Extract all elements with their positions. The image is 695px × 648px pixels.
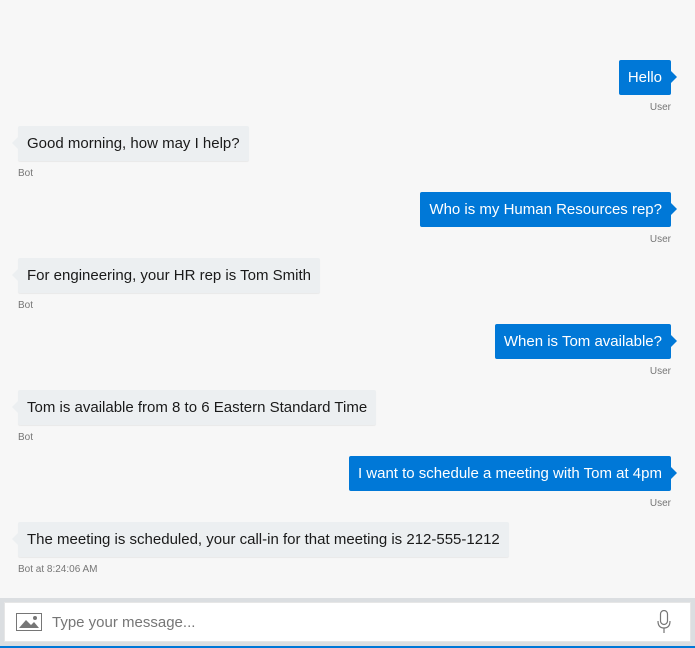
message-sender: User <box>649 234 671 245</box>
microphone-icon[interactable] <box>654 609 674 635</box>
message-sender: User <box>649 366 671 377</box>
message-bubble: The meeting is scheduled, your call-in f… <box>12 522 509 557</box>
message-bot: The meeting is scheduled, your call-in f… <box>12 522 509 576</box>
message-user: When is Tom available? User <box>494 324 678 378</box>
message-bot: Good morning, how may I help? Bot <box>12 126 249 180</box>
message-bot: Tom is available from 8 to 6 Eastern Sta… <box>11 390 377 444</box>
message-timestamp: Bot at 8:24:06 AM <box>18 564 98 575</box>
message-input-bar <box>0 598 695 648</box>
message-bubble: I want to schedule a meeting with Tom at… <box>348 456 678 491</box>
message-input-container <box>4 602 691 642</box>
message-user: Who is my Human Resources rep? User <box>420 192 677 246</box>
message-bubble: When is Tom available? <box>494 324 678 359</box>
message-sender: User <box>649 102 671 113</box>
message-sender: Bot <box>18 168 34 179</box>
message-sender: Bot <box>18 432 34 443</box>
message-input[interactable] <box>52 604 654 640</box>
message-bubble: For engineering, your HR rep is Tom Smit… <box>11 258 321 293</box>
message-bubble: Tom is available from 8 to 6 Eastern Sta… <box>11 390 377 425</box>
message-user: Hello User <box>618 60 678 114</box>
image-icon[interactable] <box>16 612 42 632</box>
message-sender: User <box>649 498 671 509</box>
message-sender: Bot <box>18 300 34 311</box>
message-bubble: Who is my Human Resources rep? <box>420 192 677 227</box>
message-user: I want to schedule a meeting with Tom at… <box>348 456 678 510</box>
message-bot: For engineering, your HR rep is Tom Smit… <box>11 258 321 312</box>
chat-history: Hello User Good morning, how may I help?… <box>0 0 695 598</box>
message-bubble: Good morning, how may I help? <box>12 126 249 161</box>
message-bubble: Hello <box>618 60 678 95</box>
